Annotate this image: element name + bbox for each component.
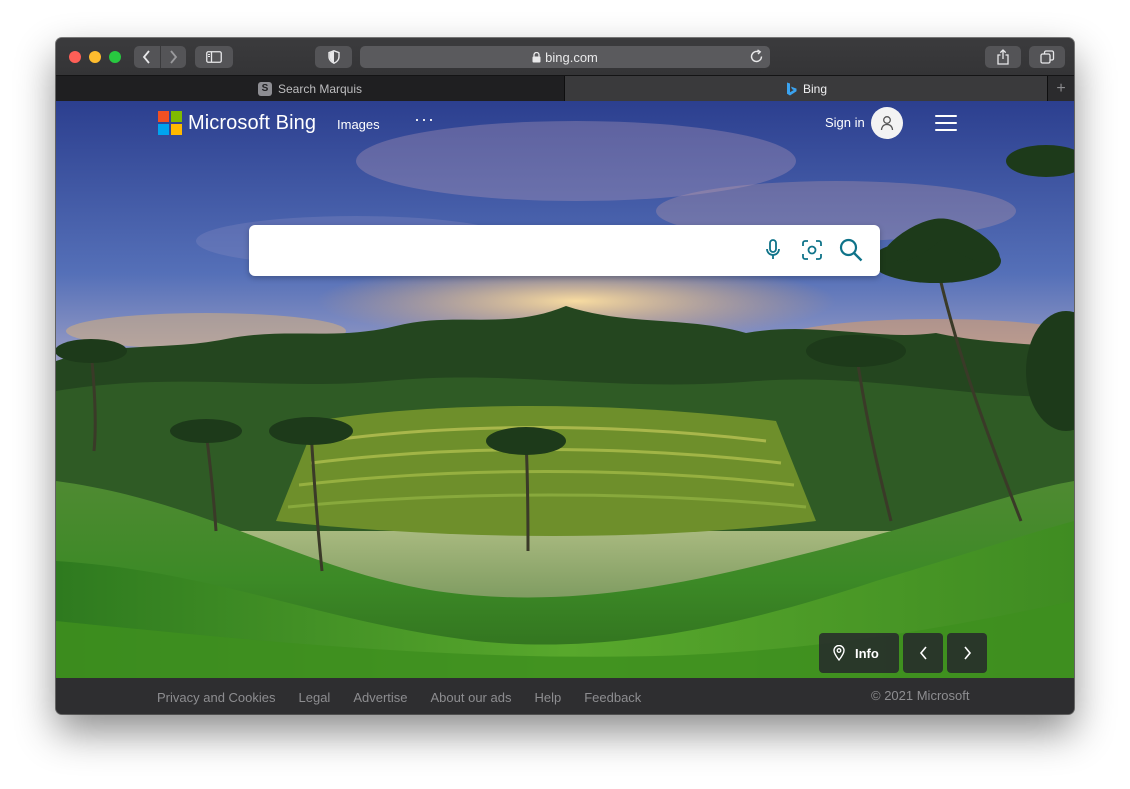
search-button[interactable] [839,238,863,262]
share-button[interactable] [985,46,1021,68]
history-nav [134,46,186,68]
search-box [249,225,880,276]
chevron-right-icon [963,646,971,660]
tab-overview-button[interactable] [1029,46,1065,68]
url-text: bing.com [545,49,598,65]
site-favicon: S [257,81,272,96]
search-icon [839,238,863,262]
bing-homepage: Microsoft Bing Images ··· Sign in Info [56,101,1074,678]
chevron-left-icon [919,646,927,660]
image-info-button[interactable]: Info [819,633,899,673]
tab-bar: S Search Marquis Bing + [56,75,1074,102]
tab-bing[interactable]: Bing [565,76,1048,101]
visual-search-button[interactable] [800,238,824,262]
footer-link-legal[interactable]: Legal [299,690,331,705]
share-icon [997,49,1009,65]
avatar[interactable] [871,107,903,139]
info-label: Info [855,645,879,661]
bing-favicon-icon [786,82,797,95]
copyright-text: © 2021 Microsoft [871,688,970,703]
minimize-window-button[interactable] [89,51,101,63]
logo-text: Microsoft Bing [188,111,317,134]
search-input[interactable] [265,235,749,267]
privacy-report-button[interactable] [315,46,352,68]
page-footer: Privacy and Cookies Legal Advertise Abou… [56,678,1074,714]
sidebar-toggle-button[interactable] [195,46,233,68]
tab-search-marquis[interactable]: S Search Marquis [56,76,564,101]
address-bar[interactable]: bing.com [360,46,770,68]
user-icon [880,116,894,131]
shield-icon [327,50,340,64]
back-button[interactable] [134,46,160,68]
footer-link-help[interactable]: Help [534,690,561,705]
browser-toolbar: bing.com [56,38,1074,75]
footer-link-advertise[interactable]: Advertise [353,690,407,705]
voice-search-button[interactable] [761,238,785,262]
sidebar-icon [206,51,222,63]
nav-images-link[interactable]: Images [337,117,380,132]
microsoft-bing-logo[interactable]: Microsoft Bing [158,111,316,135]
microsoft-logo-icon [158,111,182,135]
hamburger-menu-button[interactable] [935,115,957,131]
reload-icon[interactable] [749,49,764,64]
footer-link-feedback[interactable]: Feedback [584,690,641,705]
microphone-icon [766,239,780,259]
browser-window: bing.com S Search Marquis Bing + Microso… [56,38,1074,714]
zoom-window-button[interactable] [109,51,121,63]
chevron-left-icon [143,50,150,64]
footer-link-about-ads[interactable]: About our ads [431,690,512,705]
next-image-button[interactable] [947,633,987,673]
more-menu-button[interactable]: ··· [414,109,435,130]
tab-overview-icon [1039,50,1054,64]
previous-image-button[interactable] [903,633,943,673]
sign-in-link[interactable]: Sign in [825,115,865,130]
visual-search-icon [802,240,822,260]
tab-label: Search Marquis [277,81,363,96]
footer-links: Privacy and Cookies Legal Advertise Abou… [157,690,664,705]
tab-label: Bing [802,81,828,96]
background-image [56,101,1074,678]
chevron-right-icon [170,50,177,64]
new-tab-button[interactable]: + [1047,76,1074,101]
lock-icon [532,51,541,62]
forward-button[interactable] [161,46,187,68]
location-pin-icon [833,645,845,661]
footer-link-privacy[interactable]: Privacy and Cookies [157,690,276,705]
close-window-button[interactable] [69,51,81,63]
